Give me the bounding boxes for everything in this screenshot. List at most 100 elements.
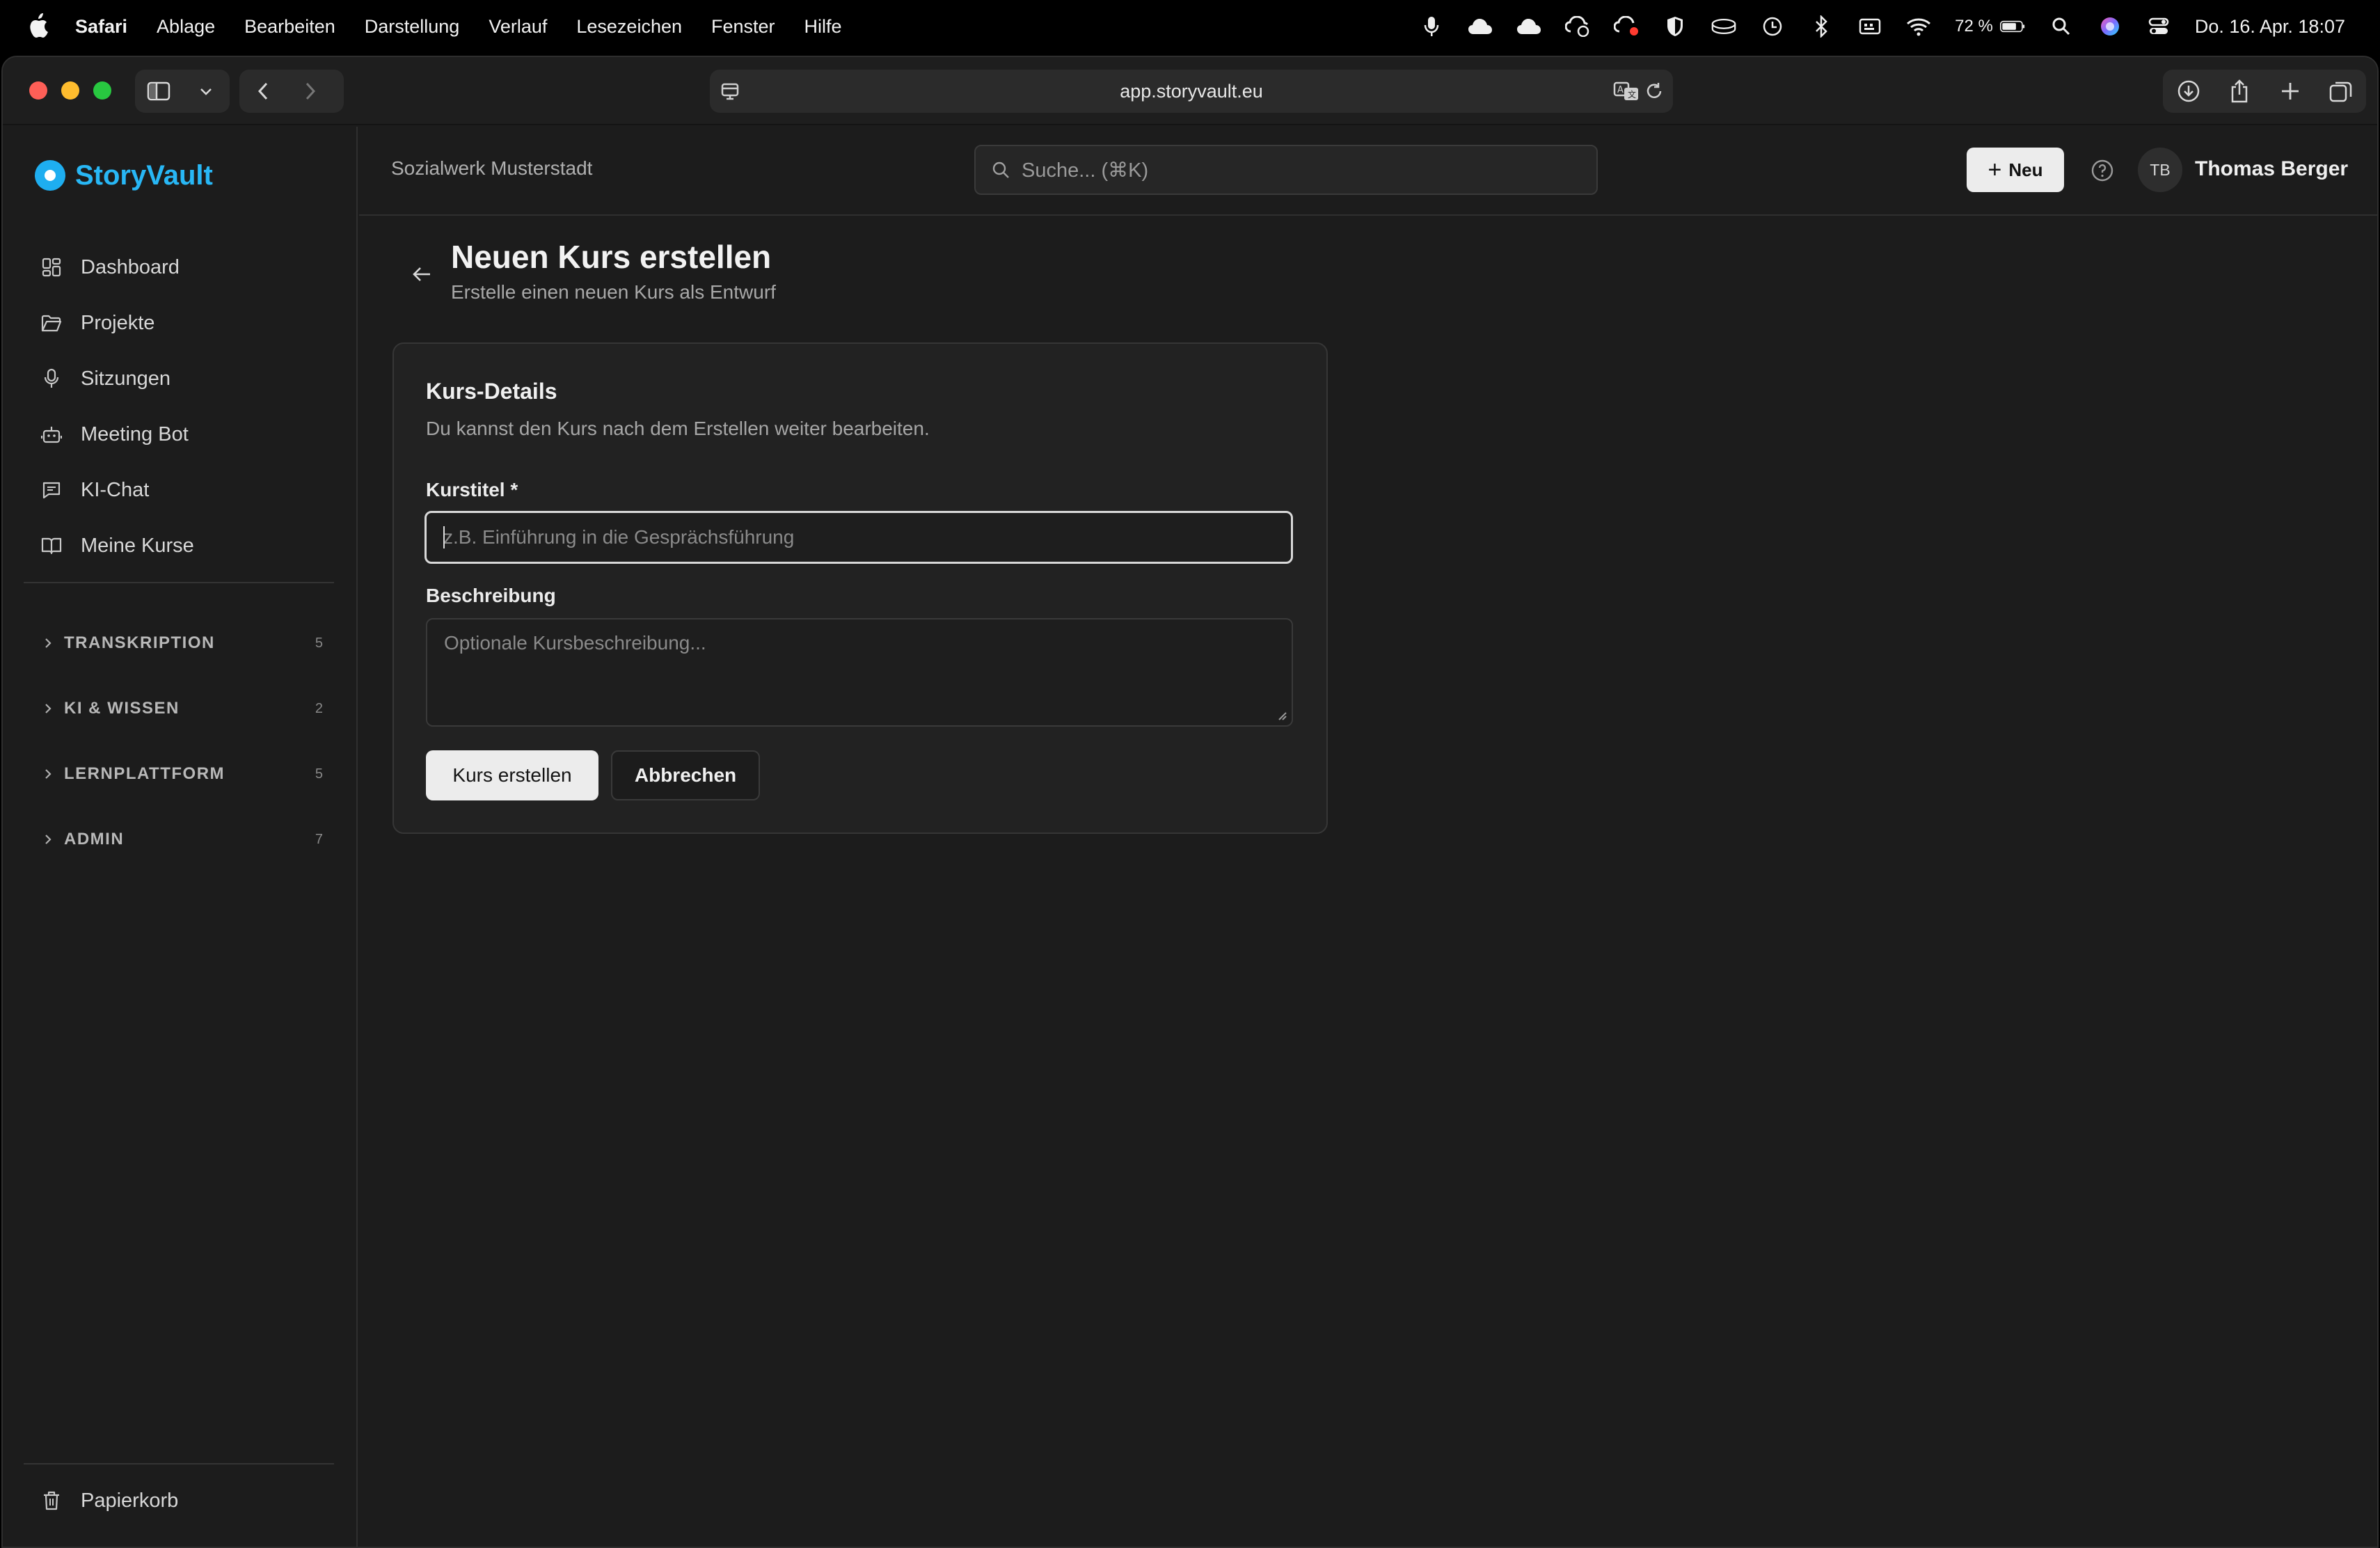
- browser-window: app.storyvault.eu A文 StoryVault Dashboar…: [1, 56, 2379, 1548]
- sidebar-section-transkription[interactable]: TRANSKRIPTION 5: [24, 626, 323, 661]
- menu-verlauf[interactable]: Verlauf: [489, 16, 547, 38]
- section-count: 5: [315, 766, 323, 782]
- siri-icon[interactable]: [2097, 14, 2123, 39]
- translate-icon[interactable]: A文: [1613, 81, 1640, 102]
- downloads-button[interactable]: [2163, 70, 2214, 113]
- cloud-icon[interactable]: [1468, 14, 1493, 39]
- keyboard-icon[interactable]: [1857, 14, 1882, 39]
- new-tab-button[interactable]: [2264, 70, 2315, 113]
- sidebar-toggle-button[interactable]: [135, 70, 182, 113]
- sidebar-item-label: Sitzungen: [81, 367, 170, 390]
- macos-menu-bar: Safari Ablage Bearbeiten Darstellung Ver…: [0, 0, 2380, 53]
- control-center-icon[interactable]: [2146, 14, 2171, 39]
- section-label: TRANSKRIPTION: [64, 633, 215, 652]
- sidebar-section-lernplattform[interactable]: LERNPLATTFORM 5: [24, 757, 323, 791]
- card-description: Du kannst den Kurs nach dem Erstellen we…: [426, 418, 930, 439]
- battery-icon[interactable]: [1999, 14, 2025, 39]
- cloud-activity-icon[interactable]: [1565, 14, 1590, 39]
- menubar-clock[interactable]: Do. 16. Apr. 18:07: [2195, 16, 2345, 38]
- section-count: 7: [315, 831, 323, 847]
- cancel-button[interactable]: Abbrechen: [611, 750, 760, 800]
- download-icon: [2177, 80, 2199, 102]
- menu-app-name[interactable]: Safari: [75, 16, 127, 38]
- sidebar-item-dashboard[interactable]: Dashboard: [24, 239, 334, 295]
- sidebar-item-papierkorb[interactable]: Papierkorb: [24, 1473, 334, 1529]
- search-icon[interactable]: [2049, 14, 2074, 39]
- plus-icon: [2281, 83, 2299, 100]
- shield-icon[interactable]: [1663, 14, 1688, 39]
- reload-icon[interactable]: [1644, 81, 1665, 102]
- tab-overview-button[interactable]: [2315, 70, 2366, 113]
- window-zoom-button[interactable]: [93, 81, 111, 100]
- share-button[interactable]: [2214, 70, 2264, 113]
- sidebar-item-meine-kurse[interactable]: Meine Kurse: [24, 518, 334, 574]
- chat-icon: [40, 479, 63, 501]
- microphone-status-icon[interactable]: [1419, 14, 1444, 39]
- chevron-right-icon: [43, 637, 56, 649]
- sidebar-item-label: Projekte: [81, 311, 155, 334]
- new-button[interactable]: + Neu: [1967, 148, 2064, 192]
- wifi-icon[interactable]: [1906, 14, 1931, 39]
- address-bar[interactable]: app.storyvault.eu A文: [710, 70, 1673, 113]
- course-title-input[interactable]: z.B. Einführung in die Gesprächsführung: [425, 511, 1293, 564]
- sidebar-item-label: Dashboard: [81, 255, 180, 278]
- navigation-group: [239, 70, 344, 113]
- card-title: Kurs-Details: [426, 379, 557, 404]
- resize-handle-icon[interactable]: [1275, 709, 1287, 721]
- app-topbar: Sozialwerk Musterstadt Suche... (⌘K) + N…: [359, 127, 2377, 216]
- menu-fenster[interactable]: Fenster: [711, 16, 775, 38]
- tab-group-dropdown-button[interactable]: [182, 70, 230, 113]
- sidebar-item-meeting-bot[interactable]: Meeting Bot: [24, 406, 334, 462]
- sidebar-item-projekte[interactable]: Projekte: [24, 295, 334, 351]
- cloud-sync-icon[interactable]: [1516, 14, 1541, 39]
- course-details-card: Kurs-Details Du kannst den Kurs nach dem…: [392, 342, 1328, 834]
- new-button-label: Neu: [2008, 159, 2043, 180]
- chevron-down-icon: [200, 88, 212, 95]
- menu-ablage[interactable]: Ablage: [157, 16, 215, 38]
- menu-bearbeiten[interactable]: Bearbeiten: [244, 16, 335, 38]
- drive-icon[interactable]: [1711, 14, 1736, 39]
- web-app: StoryVault Dashboard Projekte Sitzungen …: [3, 127, 2377, 1547]
- avatar[interactable]: TB: [2138, 148, 2182, 192]
- sidebar-item-sitzungen[interactable]: Sitzungen: [24, 351, 334, 406]
- create-course-button[interactable]: Kurs erstellen: [426, 750, 598, 800]
- sidebar-section-admin[interactable]: ADMIN 7: [24, 822, 323, 857]
- back-arrow-button[interactable]: [408, 260, 436, 288]
- window-close-button[interactable]: [29, 81, 47, 100]
- url-text[interactable]: app.storyvault.eu: [710, 70, 1673, 113]
- search-icon: [991, 160, 1010, 180]
- forward-button[interactable]: [287, 70, 334, 113]
- user-name[interactable]: Thomas Berger: [2195, 157, 2348, 181]
- sidebar-item-label: KI-Chat: [81, 478, 150, 501]
- browser-actions-group: [2163, 70, 2366, 113]
- menu-darstellung[interactable]: Darstellung: [365, 16, 460, 38]
- svg-text:A: A: [1617, 85, 1624, 95]
- organization-name[interactable]: Sozialwerk Musterstadt: [391, 157, 592, 180]
- menu-hilfe[interactable]: Hilfe: [804, 16, 842, 38]
- apple-icon[interactable]: [26, 13, 49, 39]
- description-textarea[interactable]: Optionale Kursbeschreibung...: [426, 618, 1293, 727]
- sidebar-item-label: Meine Kurse: [81, 534, 194, 557]
- time-machine-icon[interactable]: [1760, 14, 1785, 39]
- back-button[interactable]: [239, 70, 287, 113]
- battery-percentage: 72 %: [1955, 17, 1993, 35]
- sidebar-divider: [24, 582, 334, 583]
- sidebar-item-ki-chat[interactable]: KI-Chat: [24, 462, 334, 518]
- menu-lesezeichen[interactable]: Lesezeichen: [576, 16, 682, 38]
- course-title-placeholder: z.B. Einführung in die Gesprächsführung: [443, 526, 795, 548]
- brand[interactable]: StoryVault: [35, 155, 213, 196]
- tabs-overview-icon: [2329, 81, 2351, 102]
- sidebar-item-label: Meeting Bot: [81, 422, 189, 445]
- window-minimize-button[interactable]: [61, 81, 79, 100]
- chevron-right-icon: [306, 82, 316, 100]
- section-label: LERNPLATTFORM: [64, 764, 225, 783]
- search-input[interactable]: Suche... (⌘K): [974, 145, 1598, 195]
- sidebar-section-ki-wissen[interactable]: KI & WISSEN 2: [24, 691, 323, 726]
- creative-cloud-icon[interactable]: [1614, 14, 1639, 39]
- help-icon[interactable]: [2091, 159, 2114, 182]
- sidebar-divider: [24, 1463, 334, 1464]
- description-placeholder: Optionale Kursbeschreibung...: [444, 632, 706, 654]
- main-content: Neuen Kurs erstellen Erstelle einen neue…: [359, 217, 2377, 1547]
- bluetooth-icon[interactable]: [1809, 14, 1834, 39]
- chevron-right-icon: [43, 702, 56, 715]
